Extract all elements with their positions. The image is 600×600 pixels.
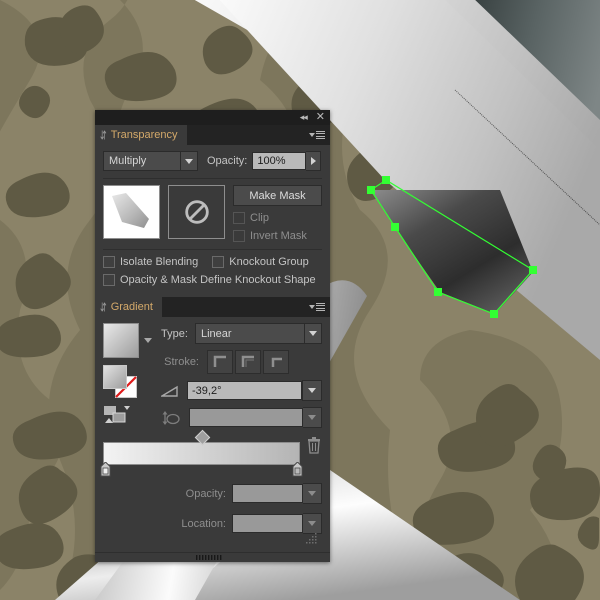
- gradient-angle-chevron-down-icon[interactable]: [302, 380, 322, 401]
- app-screenshot: ◂◂ ✕ ⇵ Transparency Multiply Opacity: 10…: [0, 0, 600, 600]
- invert-mask-row[interactable]: Invert Mask: [233, 230, 322, 242]
- panel-collapse-arrow-icon: ⇵: [100, 128, 107, 142]
- stroke-within-icon[interactable]: [207, 350, 233, 374]
- blend-mode-select[interactable]: Multiply: [103, 151, 198, 171]
- gradient-stop-end[interactable]: [292, 461, 303, 477]
- fill-stroke-swatches: [103, 365, 137, 398]
- gradient-aspect-chevron-down-icon[interactable]: [303, 407, 322, 428]
- gradient-presets-chevron-down-icon[interactable]: [144, 338, 152, 343]
- panel-menu-icon[interactable]: [309, 130, 325, 140]
- gradient-type-value: Linear: [201, 327, 232, 340]
- stop-opacity-chevron-down-icon[interactable]: [303, 483, 322, 504]
- panel-group: ◂◂ ✕ ⇵ Transparency Multiply Opacity: 10…: [95, 110, 330, 562]
- gradient-swatch[interactable]: [103, 323, 139, 358]
- blend-mode-value: Multiply: [109, 155, 147, 167]
- opacity-input[interactable]: 100%: [252, 152, 307, 170]
- knockout-group-checkbox[interactable]: [212, 256, 225, 268]
- stop-opacity-label: Opacity:: [185, 487, 226, 500]
- stroke-along-icon[interactable]: [235, 350, 261, 374]
- close-icon[interactable]: ✕: [316, 112, 325, 123]
- stroke-across-icon[interactable]: [263, 350, 289, 374]
- gradient-tabbar: ⇵ Gradient: [95, 297, 330, 317]
- transparency-tabbar-rest: [186, 125, 330, 145]
- gradient-type-label: Type:: [161, 327, 188, 340]
- tab-gradient[interactable]: ⇵ Gradient: [95, 297, 162, 317]
- panel-topbar: ◂◂ ✕: [95, 110, 330, 125]
- drag-grip-icon[interactable]: [195, 555, 230, 560]
- reverse-gradient-icon[interactable]: [103, 405, 133, 425]
- divider: [103, 249, 322, 250]
- panel-menu-icon[interactable]: [309, 302, 325, 312]
- gradient-slider[interactable]: [100, 429, 303, 477]
- blend-mode-chevron-down-icon[interactable]: [180, 152, 197, 170]
- invert-mask-checkbox[interactable]: [233, 230, 245, 242]
- transparency-tabbar: ⇵ Transparency: [95, 125, 330, 145]
- opacity-mask-knockout-row[interactable]: Opacity & Mask Define Knockout Shape: [103, 274, 322, 286]
- opacity-mask-knockout-label: Opacity & Mask Define Knockout Shape: [120, 274, 316, 286]
- clip-row[interactable]: Clip: [233, 212, 322, 224]
- stop-location-input[interactable]: [232, 514, 303, 533]
- angle-icon: [161, 385, 178, 397]
- gradient-tabbar-rest: [161, 297, 330, 317]
- opacity-stepper-icon[interactable]: [306, 151, 322, 171]
- transparency-body: Multiply Opacity: 100% Make Mask Clip In…: [95, 145, 330, 297]
- gradient-type-chevron-down-icon[interactable]: [304, 324, 321, 343]
- make-mask-button[interactable]: Make Mask: [233, 185, 322, 206]
- divider: [103, 178, 322, 179]
- gradient-angle-input[interactable]: -39,2°: [187, 381, 302, 400]
- opacity-label: Opacity:: [207, 155, 248, 167]
- gradient-aspect-input[interactable]: [189, 408, 303, 427]
- collapse-panels-icon[interactable]: ◂◂: [300, 113, 308, 122]
- mask-thumbnail[interactable]: [168, 185, 225, 239]
- panel-resize-footer[interactable]: [95, 552, 330, 562]
- trash-icon[interactable]: [306, 436, 322, 455]
- gradient-body: Type: Linear Stroke: -39,2° Opacity: Loc…: [95, 317, 330, 552]
- opacity-mask-knockout-checkbox[interactable]: [103, 274, 115, 286]
- clip-checkbox[interactable]: [233, 212, 245, 224]
- object-thumbnail[interactable]: [103, 185, 160, 239]
- clip-label: Clip: [250, 212, 269, 224]
- stop-opacity-input[interactable]: [232, 484, 303, 503]
- isolate-blending-checkbox[interactable]: [103, 256, 115, 268]
- stop-location-chevron-down-icon[interactable]: [303, 513, 322, 534]
- panel-collapse-arrow-icon: ⇵: [100, 300, 107, 314]
- knockout-group-label: Knockout Group: [229, 256, 309, 268]
- tab-gradient-label: Gradient: [110, 301, 153, 313]
- no-mask-icon: [184, 200, 209, 224]
- gradient-type-select[interactable]: Linear: [195, 323, 322, 344]
- gradient-stroke-label: Stroke:: [164, 356, 199, 368]
- stop-location-label: Location:: [181, 517, 226, 530]
- fill-swatch[interactable]: [103, 365, 127, 389]
- invert-mask-label: Invert Mask: [250, 230, 307, 242]
- tab-transparency[interactable]: ⇵ Transparency: [95, 125, 187, 145]
- gradient-stop-start[interactable]: [100, 461, 111, 477]
- tab-transparency-label: Transparency: [110, 129, 178, 141]
- isolate-blending-label: Isolate Blending: [120, 256, 199, 268]
- gradient-ramp[interactable]: [103, 442, 300, 465]
- isolate-knockout-row: Isolate Blending Knockout Group: [103, 256, 322, 268]
- resize-grip-icon[interactable]: [306, 532, 318, 544]
- aspect-ratio-icon: [162, 410, 180, 425]
